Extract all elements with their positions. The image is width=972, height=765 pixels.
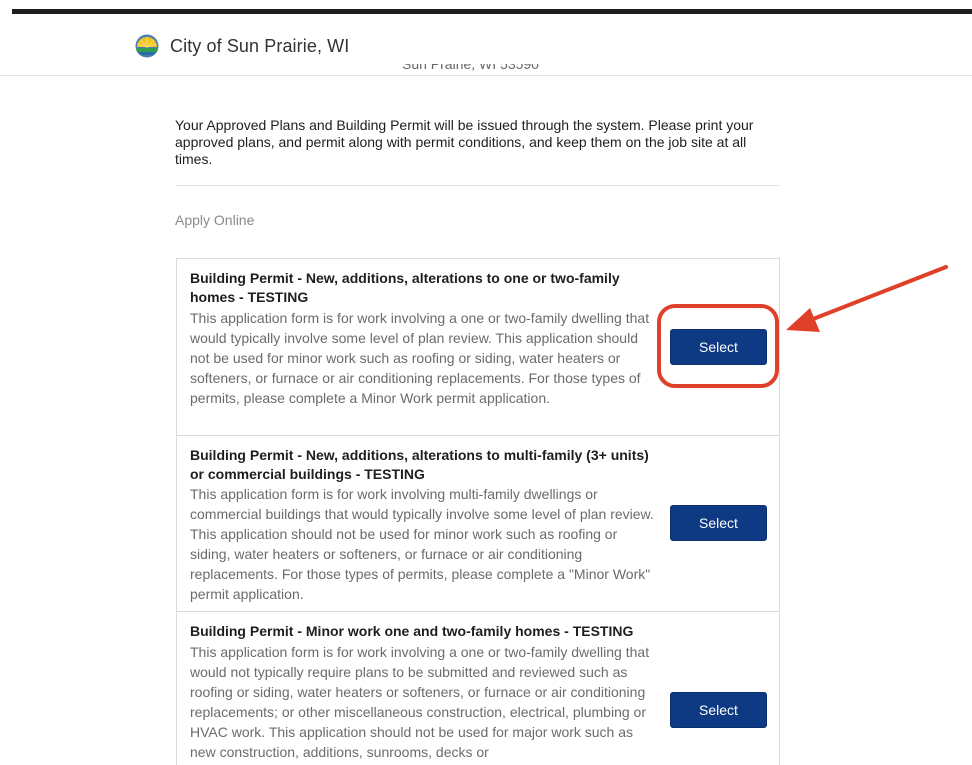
section-divider (175, 185, 780, 186)
permit-item-minor-work: Building Permit - Minor work one and two… (177, 612, 779, 765)
arrow-annotation-icon (786, 265, 948, 332)
window-top-strip (0, 0, 972, 14)
permit-description: This application form is for work involv… (190, 310, 650, 406)
permit-notice: Your Approved Plans and Building Permit … (175, 117, 754, 167)
site-brand-link[interactable]: City of Sun Prairie, WI (170, 36, 349, 57)
permit-item-multi-family-commercial: Building Permit - New, additions, altera… (177, 436, 779, 612)
permit-description: This application form is for work involv… (190, 644, 650, 760)
permit-title: Building Permit - New, additions, altera… (190, 447, 649, 482)
permit-title: Building Permit - New, additions, altera… (190, 270, 620, 305)
highlight-ring-annotation (657, 304, 779, 388)
apply-online-heading: Apply Online (175, 212, 255, 228)
permit-description: This application form is for work involv… (190, 486, 654, 602)
sun-rising-logo-icon[interactable] (135, 34, 159, 58)
select-button[interactable]: Select (670, 505, 767, 541)
select-button[interactable]: Select (670, 692, 767, 728)
scrolled-address-text: Sun Prairie, WI 53590 (402, 64, 539, 72)
permit-title: Building Permit - Minor work one and two… (190, 623, 634, 639)
